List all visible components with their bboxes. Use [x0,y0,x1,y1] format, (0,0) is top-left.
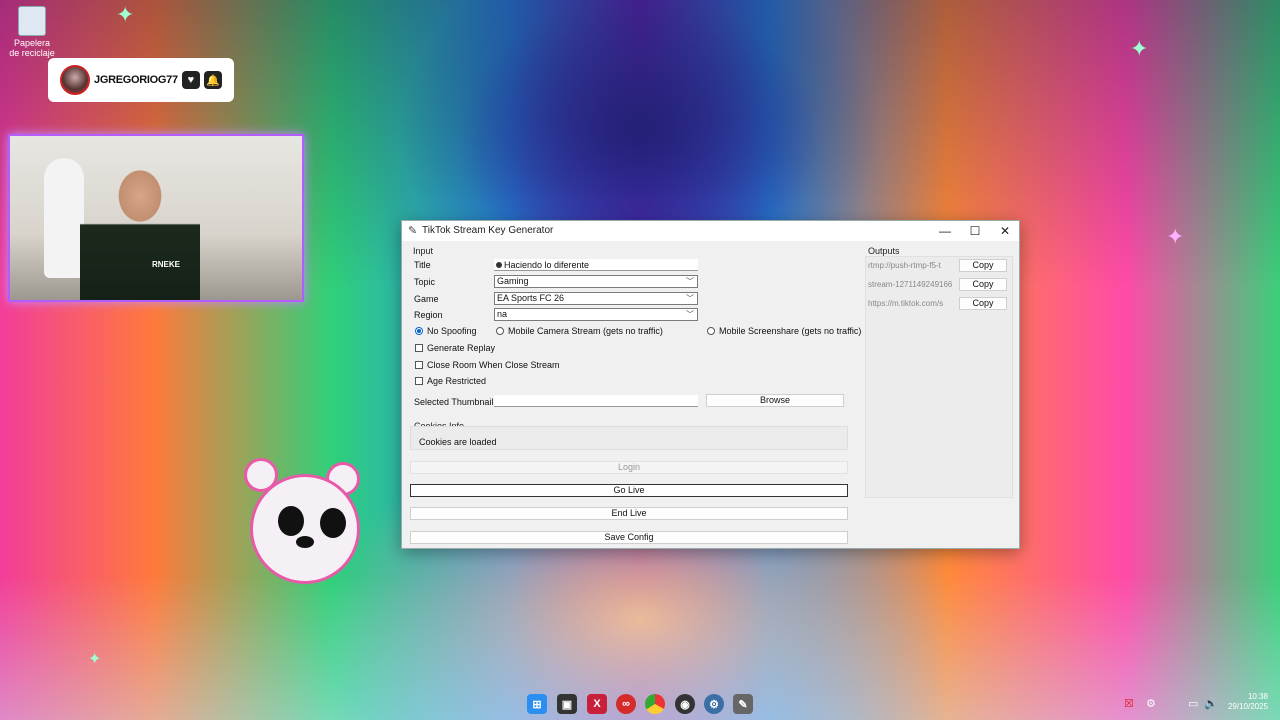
checkbox-box [415,377,423,385]
game-select[interactable]: EA Sports FC 26 ﹀ [494,292,698,305]
copy-share-url-button[interactable]: Copy [959,297,1007,310]
obs-icon[interactable]: ◉ [675,694,695,714]
game-value: EA Sports FC 26 [497,293,565,303]
clock-time: 10:38 [1247,692,1268,701]
thumbnail-input[interactable] [494,395,698,407]
clock-date: 29/10/2025 [1227,702,1268,711]
checkbox-label: Generate Replay [427,343,496,353]
topic-select[interactable]: Gaming ﹀ [494,275,698,288]
topic-label: Topic [414,277,436,287]
radio-label: Mobile Screenshare (gets no traffic) [719,326,862,336]
chrome-icon[interactable] [645,694,665,714]
streamer-name: JGREGORIOG77 [94,74,178,86]
cc-app-icon[interactable]: ∞ [616,694,636,714]
bear-sticker [244,458,364,588]
bear-nose [296,536,314,548]
browse-button[interactable]: Browse [706,394,844,407]
checkbox-close-room[interactable]: Close Room When Close Stream [415,360,560,370]
windows-start-icon[interactable]: ⊞ [527,694,547,714]
streamer-badge: JGREGORIOG77 ♥ 🔔 [48,58,234,102]
settings-tray-icon[interactable]: ⚙ [1146,697,1156,710]
end-live-button[interactable]: End Live [410,507,848,520]
maximize-button[interactable]: ☐ [960,221,990,241]
avatar [60,65,90,95]
checkbox-box [415,344,423,352]
bell-icon: 🔔 [203,71,222,89]
title-input[interactable]: Haciendo lo diferente [494,259,698,271]
radio-label: Mobile Camera Stream (gets no traffic) [508,326,663,336]
chevron-down-icon: ﹀ [686,294,694,303]
minimize-button[interactable]: — [930,221,960,241]
cookies-info-box: Cookies are loaded [410,426,848,450]
recycle-bin-desktop-icon[interactable]: Papelera de reciclaje [8,6,56,58]
display-icon[interactable]: ▭ [1188,697,1198,710]
sparkle-decoration: ✦ [88,651,102,668]
gaming-chair [44,158,84,278]
outputs-panel [865,256,1013,498]
recycle-bin-icon [18,6,46,36]
close-button[interactable]: ✕ [990,221,1020,241]
output-rtmp-url[interactable]: rtmp://push-rtmp-f5-t [868,260,952,272]
radio-mobile-camera[interactable]: Mobile Camera Stream (gets no traffic) [496,326,663,336]
radio-dot [707,327,715,335]
region-select[interactable]: na ﹀ [494,308,698,321]
volume-icon[interactable]: 🔊 [1204,697,1218,710]
taskbar [0,690,1280,720]
checkbox-age-restricted[interactable]: Age Restricted [415,376,486,386]
shirt-text: RNEKE [152,260,181,269]
checkbox-generate-replay[interactable]: Generate Replay [415,343,495,353]
sparkle-decoration: ✦ [116,2,135,27]
webcam-overlay: RNEKE [8,134,304,302]
save-config-button[interactable]: Save Config [410,531,848,544]
radio-mobile-screenshare[interactable]: Mobile Screenshare (gets no traffic) [707,326,861,336]
radio-no-spoofing[interactable]: No Spoofing [415,326,477,336]
checkbox-label: Age Restricted [427,376,487,386]
region-value: na [497,309,508,319]
title-bar[interactable]: ✎ TikTok Stream Key Generator — ☐ ✕ [402,221,1019,241]
login-button[interactable]: Login [410,461,848,474]
checkbox-label: Close Room When Close Stream [427,360,560,370]
bear-eye [320,508,346,538]
streamer-person [80,156,200,300]
radio-dot [415,327,423,335]
clock[interactable]: 10:38 29/10/2025 [1228,692,1268,712]
region-label: Region [414,310,443,320]
sparkle-decoration: ✦ [1130,36,1149,61]
feather-icon: ✎ [408,225,418,237]
copy-stream-key-button[interactable]: Copy [959,278,1007,291]
title-value: Haciendo lo diferente [504,260,590,270]
bear-eye [278,506,304,536]
chevron-down-icon: ﹀ [686,277,694,286]
app-window: ✎ TikTok Stream Key Generator — ☐ ✕ Inpu… [401,220,1020,549]
radio-label: No Spoofing [427,326,477,336]
sparkle-decoration: ✦ [1166,224,1185,249]
game-label: Game [414,294,439,304]
chevron-down-icon: ﹀ [686,310,694,319]
copy-rtmp-url-button[interactable]: Copy [959,259,1007,272]
go-live-button[interactable]: Go Live [410,484,848,497]
input-section-label: Input [413,246,434,256]
title-label: Title [414,260,431,270]
output-stream-key[interactable]: stream-1271149249166 [868,279,952,291]
cursor-dot-icon [496,262,502,268]
output-share-url[interactable]: https://m.tiktok.com/s [868,298,952,310]
cookies-status: Cookies are loaded [419,437,497,447]
checkbox-box [415,361,423,369]
recycle-bin-label: Papelera de reciclaje [9,38,55,58]
outputs-section-label: Outputs [868,246,900,256]
x-app-icon[interactable]: X [587,694,607,714]
feather-app-icon[interactable]: ✎ [733,694,753,714]
sticky-notes-icon[interactable]: ▣ [557,694,577,714]
window-title: TikTok Stream Key Generator [422,225,554,236]
thumbnail-label: Selected Thumbnail: [414,397,496,407]
topic-value: Gaming [497,276,529,286]
heart-icon: ♥ [181,71,200,89]
radio-dot [496,327,504,335]
x-tray-icon[interactable]: ☒ [1124,697,1134,710]
settings-gear-icon[interactable]: ⚙ [704,694,724,714]
